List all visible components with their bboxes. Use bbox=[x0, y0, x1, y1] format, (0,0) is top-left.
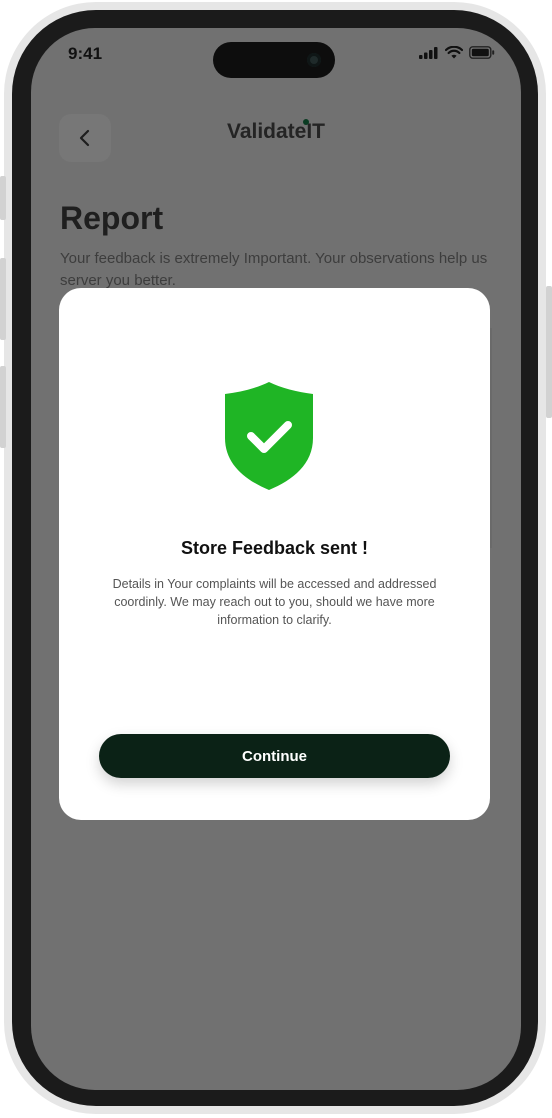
status-time: 9:41 bbox=[68, 44, 103, 63]
dialog-title: Store Feedback sent ! bbox=[180, 538, 369, 558]
camera-icon bbox=[307, 53, 321, 67]
mute-switch bbox=[0, 176, 6, 220]
shield-check-icon bbox=[225, 382, 313, 490]
dynamic-island bbox=[213, 42, 335, 78]
feedback-sent-dialog: Store Feedback sent ! Details in Your co… bbox=[59, 288, 490, 820]
status-icons bbox=[419, 46, 495, 59]
dialog-message: Details in Your complaints will be acces… bbox=[112, 577, 437, 627]
power-button bbox=[546, 286, 552, 418]
page-description: Your feedback is extremely Important. Yo… bbox=[60, 250, 488, 289]
volume-down-button bbox=[0, 366, 6, 448]
continue-button[interactable]: Continue bbox=[99, 734, 450, 778]
logo-dot bbox=[303, 119, 309, 125]
app-logo: ValidateIT bbox=[226, 120, 326, 143]
wifi-icon bbox=[445, 46, 463, 59]
volume-up-button bbox=[0, 258, 6, 340]
signal-icon bbox=[419, 46, 438, 59]
background-card-edge bbox=[490, 328, 492, 548]
battery-icon bbox=[469, 46, 495, 59]
phone-screen: 9:41 ValidateIT Report Your feedback is … bbox=[31, 28, 521, 1090]
page-title: Report bbox=[60, 200, 164, 236]
